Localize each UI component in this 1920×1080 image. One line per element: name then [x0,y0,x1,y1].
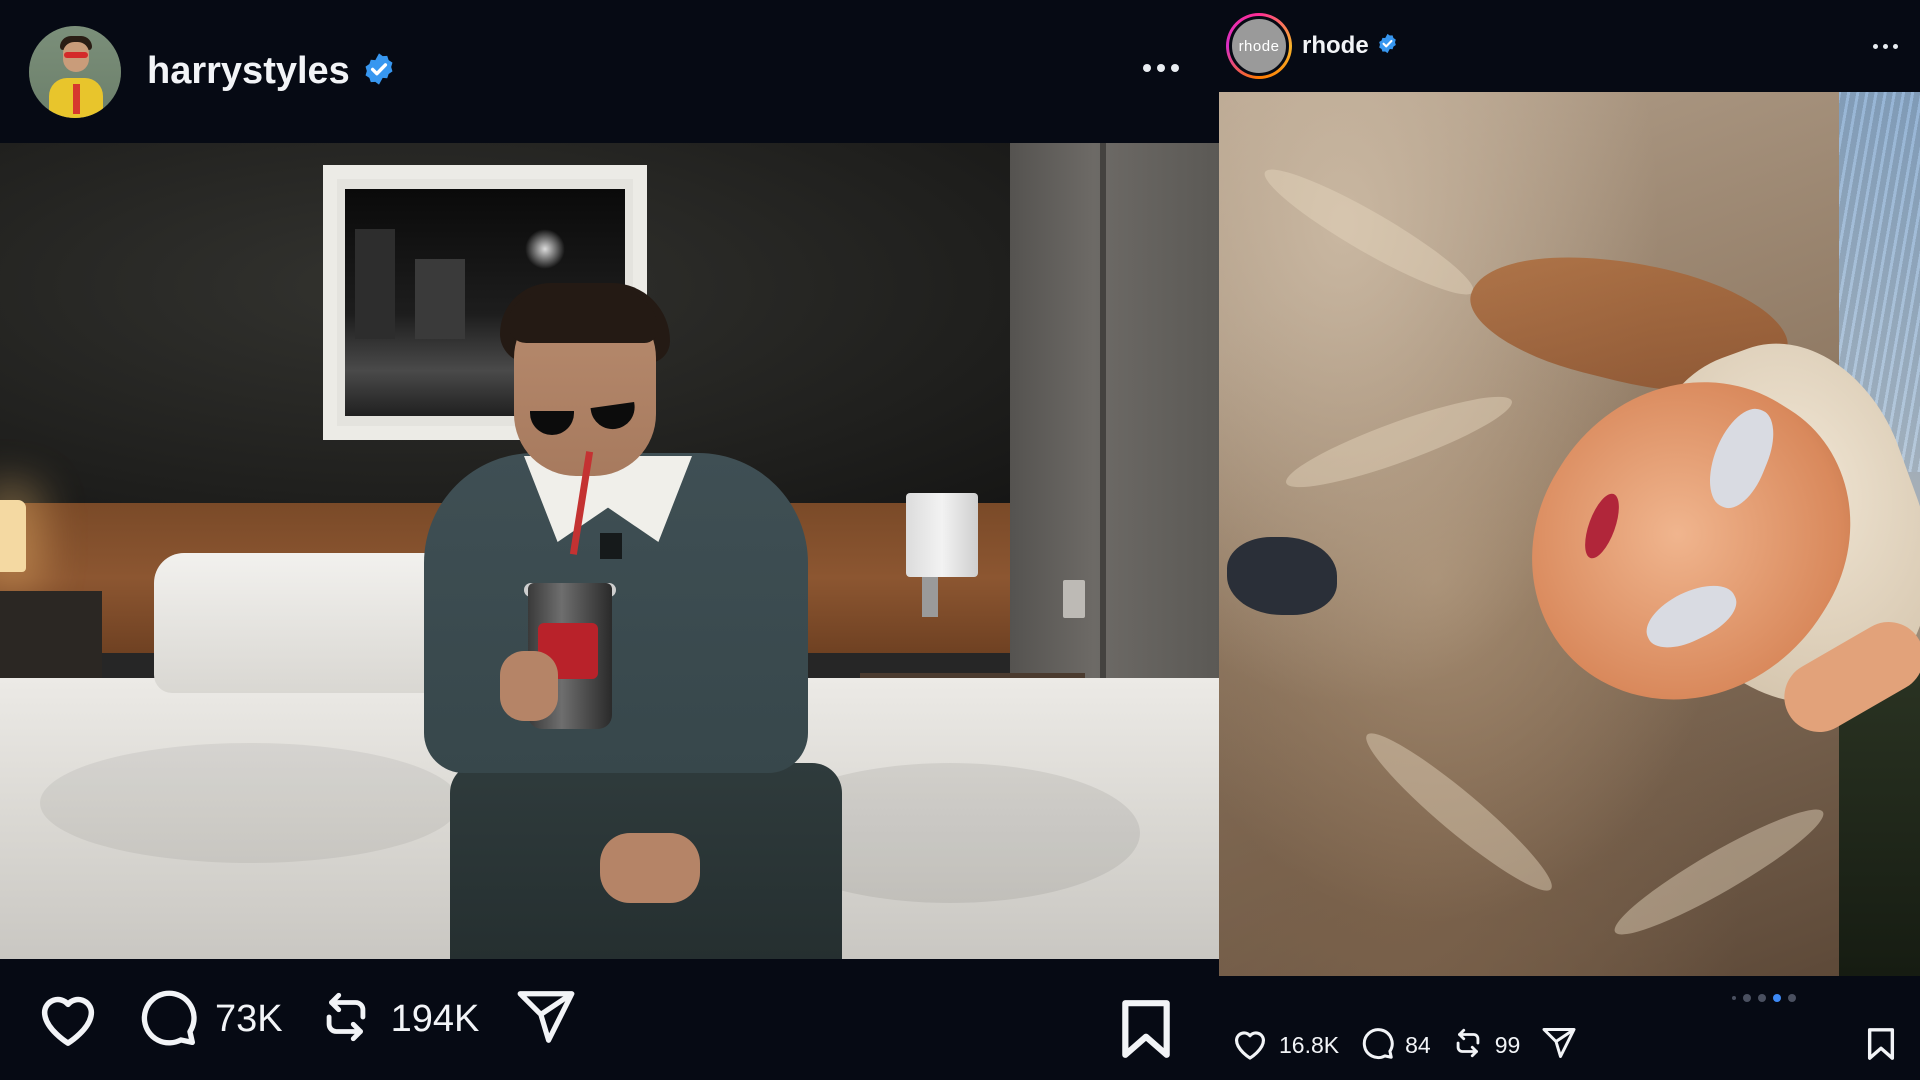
save-button[interactable] [1119,998,1173,1065]
repost-icon [317,986,375,1053]
heart-icon [35,986,101,1053]
like-count: 16.8K [1279,1031,1340,1058]
avatar[interactable]: rhode [1229,16,1289,76]
carousel-dot [1788,994,1796,1002]
repost-count: 99 [1494,1031,1521,1058]
save-button[interactable] [1866,1027,1896,1066]
post-harrystyles: harrystyles 73K 194K [0,0,1219,1080]
repost-button[interactable]: 194K [317,986,480,1053]
send-icon [1540,1025,1578,1066]
post-image[interactable] [1219,92,1920,976]
verified-badge-icon [1377,33,1398,59]
carousel-dot [1732,996,1736,1000]
repost-icon [1451,1025,1485,1066]
more-options-icon[interactable] [1143,64,1179,72]
carousel-indicator [1732,994,1796,1002]
bookmark-icon [1866,1028,1896,1065]
avatar-text: rhode [1238,37,1280,55]
comment-icon [1359,1025,1395,1066]
comment-button[interactable]: 73K [135,985,283,1054]
comment-count: 84 [1405,1031,1431,1058]
share-button[interactable] [513,986,579,1053]
post-image[interactable] [0,143,1219,959]
bookmark-icon [1119,1000,1173,1064]
heart-icon [1231,1025,1269,1066]
username[interactable]: harrystyles [147,50,350,93]
avatar[interactable] [29,25,121,118]
comment-button[interactable]: 84 [1359,1025,1431,1066]
carousel-dot [1758,994,1766,1002]
send-icon [513,986,579,1053]
like-button[interactable] [35,986,101,1053]
verified-badge-icon [362,52,396,91]
carousel-dot [1743,994,1751,1002]
username[interactable]: rhode [1302,32,1369,60]
repost-count: 194K [390,998,480,1040]
comment-count: 73K [215,998,283,1040]
story-ring[interactable]: rhode [1226,13,1292,79]
more-options-icon[interactable] [1873,44,1898,49]
post-header: rhode rhode [1219,0,1920,92]
share-button[interactable] [1540,1025,1578,1066]
post-header: harrystyles [0,0,1219,143]
like-button[interactable]: 16.8K [1231,1025,1339,1066]
post-rhode: rhode rhode 16.8K 84 99 [1219,0,1920,1080]
action-bar: 16.8K 84 99 [1219,1012,1920,1078]
repost-button[interactable]: 99 [1451,1025,1521,1066]
comment-icon [135,985,199,1054]
carousel-dot-active [1773,994,1781,1002]
action-bar: 73K 194K [0,959,1219,1080]
